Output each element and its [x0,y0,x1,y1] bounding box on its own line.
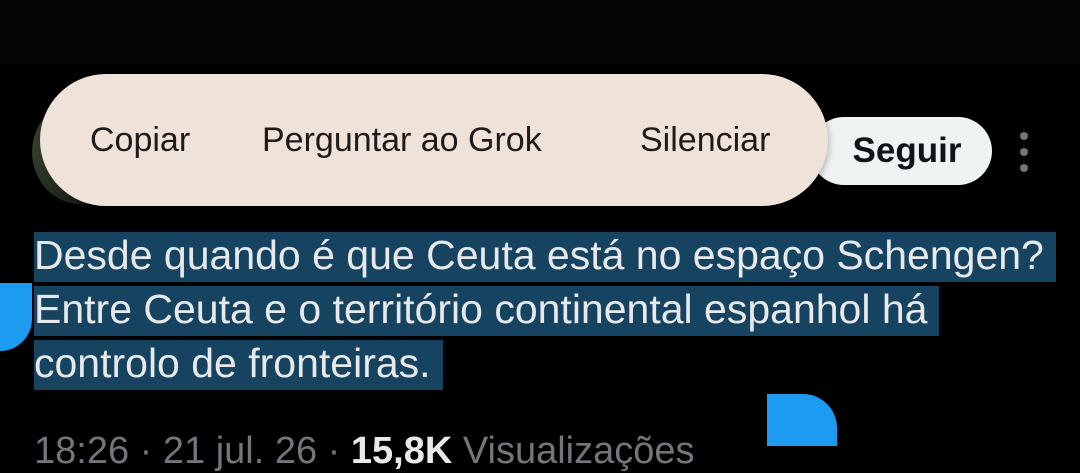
more-vertical-icon[interactable] [1014,132,1034,172]
text-selection-menu: Copiar Perguntar ao Grok Silenciar [40,74,828,206]
top-bar [0,0,1080,64]
follow-button[interactable]: Seguir [810,117,992,185]
dot [1020,132,1028,140]
mute-menu-item[interactable]: Silenciar [640,74,770,206]
ask-grok-menu-item[interactable]: Perguntar ao Grok [262,74,542,206]
selection-start-handle[interactable] [0,283,32,351]
views-count: 15,8K [350,430,453,472]
selected-text[interactable]: Desde quando é que Ceuta está no espaço … [34,232,1056,390]
meta-separator: · [139,430,153,472]
views-label: Visualizações [462,430,695,472]
post-date: 21 jul. 26 [162,430,318,472]
post-time: 18:26 [34,430,130,472]
post-text[interactable]: Desde quando é que Ceuta está no espaço … [34,228,1056,390]
post-meta: 18:26 · 21 jul. 26 · 15,8K Visualizações [34,430,695,473]
dot [1020,164,1028,172]
meta-separator: · [327,430,341,472]
copy-menu-item[interactable]: Copiar [90,74,190,206]
dot [1020,148,1028,156]
selection-end-handle[interactable] [767,394,837,446]
